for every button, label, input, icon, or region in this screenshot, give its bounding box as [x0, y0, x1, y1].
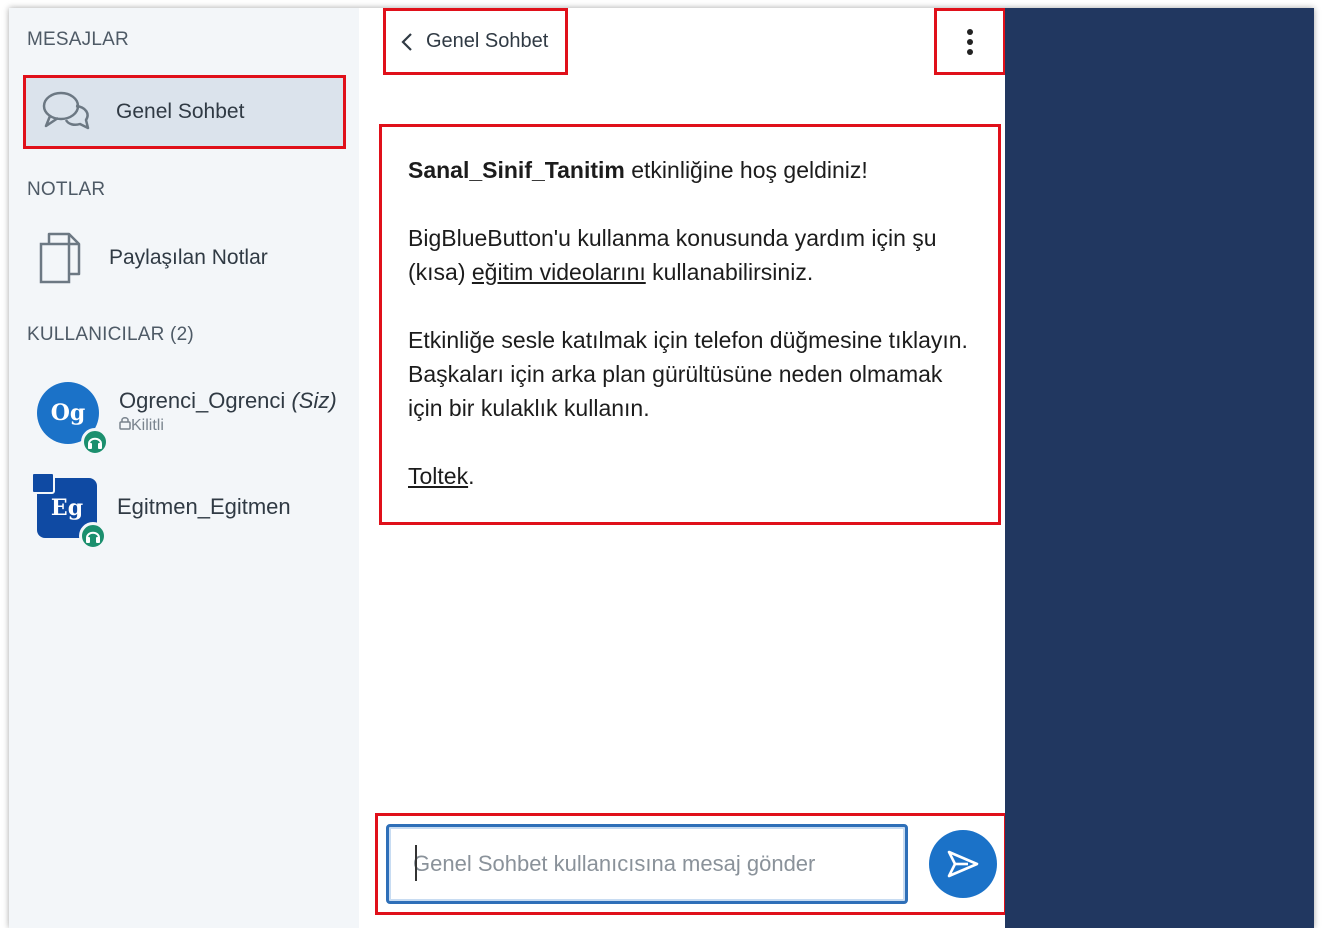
input-placeholder: Genel Sohbet kullanıcısına mesaj gönder	[413, 851, 816, 876]
sidebar: MESAJLAR Genel Sohbet NOTLAR Paylaşılan …	[9, 8, 359, 928]
user-name-text: Ogrenci_Ogrenci	[119, 388, 286, 413]
toltek-link[interactable]: Toltek	[408, 463, 468, 489]
presenter-icon	[31, 472, 55, 494]
chat-panel: Genel Sohbet Sanal_Sinif_Tanitim etkinli…	[359, 8, 1007, 928]
headset-icon	[79, 522, 107, 550]
chat-bubbles-icon	[42, 91, 90, 130]
send-icon	[947, 850, 979, 878]
sidebar-item-genel-sohbet[interactable]: Genel Sohbet	[23, 75, 346, 149]
avatar-initials: Eg	[50, 495, 84, 521]
avatar: Eg	[31, 472, 107, 550]
signature: Toltek.	[408, 459, 972, 493]
back-button[interactable]: Genel Sohbet	[383, 8, 568, 75]
avatar: Og	[37, 382, 109, 456]
chevron-left-icon	[401, 32, 412, 51]
message-input[interactable]: Genel Sohbet kullanıcısına mesaj gönder	[386, 824, 908, 904]
user-name: Ogrenci_Ogrenci (Siz)	[119, 388, 337, 414]
user-list-item[interactable]: Eg Egitmen_Egitmen	[31, 472, 291, 550]
send-button[interactable]	[929, 830, 997, 898]
avatar-initials: Og	[50, 400, 86, 426]
event-name: Sanal_Sinif_Tanitim	[408, 157, 625, 183]
headset-icon	[81, 428, 109, 456]
help-paragraph: BigBlueButton'u kullanma konusunda yardı…	[408, 221, 972, 289]
help-text-end: kullanabilirsiniz.	[645, 259, 814, 285]
text-caret	[415, 845, 417, 881]
user-name: Egitmen_Egitmen	[117, 494, 291, 519]
welcome-message: Sanal_Sinif_Tanitim etkinliğine hoş geld…	[379, 124, 1001, 525]
user-status-text: Kilitli	[131, 417, 164, 434]
welcome-line: Sanal_Sinif_Tanitim etkinliğine hoş geld…	[408, 153, 972, 187]
user-list-item[interactable]: Og Ogrenci_Ogrenci (Siz) Kilitli	[37, 382, 337, 456]
sidebar-item-label: Genel Sohbet	[116, 100, 245, 123]
chat-title: Genel Sohbet	[426, 30, 549, 52]
tutorial-videos-link[interactable]: eğitim videolarını	[472, 259, 646, 285]
more-vertical-icon[interactable]	[934, 8, 1006, 75]
lock-icon	[119, 417, 131, 430]
document-icon	[39, 232, 81, 284]
welcome-text: etkinliğine hoş geldiniz!	[624, 157, 868, 183]
message-compose: Genel Sohbet kullanıcısına mesaj gönder	[375, 813, 1007, 915]
audio-paragraph: Etkinliğe sesle katılmak için telefon dü…	[408, 327, 968, 421]
signature-end: .	[468, 463, 475, 489]
user-status: Kilitli	[119, 416, 337, 435]
sidebar-item-label: Paylaşılan Notlar	[109, 246, 268, 269]
window: MESAJLAR Genel Sohbet NOTLAR Paylaşılan …	[9, 8, 1314, 928]
self-tag: (Siz)	[291, 388, 337, 413]
users-section-title: KULLANICILAR (2)	[27, 324, 194, 345]
messages-section-title: MESAJLAR	[27, 29, 129, 50]
presentation-area	[1005, 8, 1314, 928]
sidebar-item-shared-notes[interactable]: Paylaşılan Notlar	[37, 230, 268, 286]
notes-section-title: NOTLAR	[27, 179, 106, 200]
